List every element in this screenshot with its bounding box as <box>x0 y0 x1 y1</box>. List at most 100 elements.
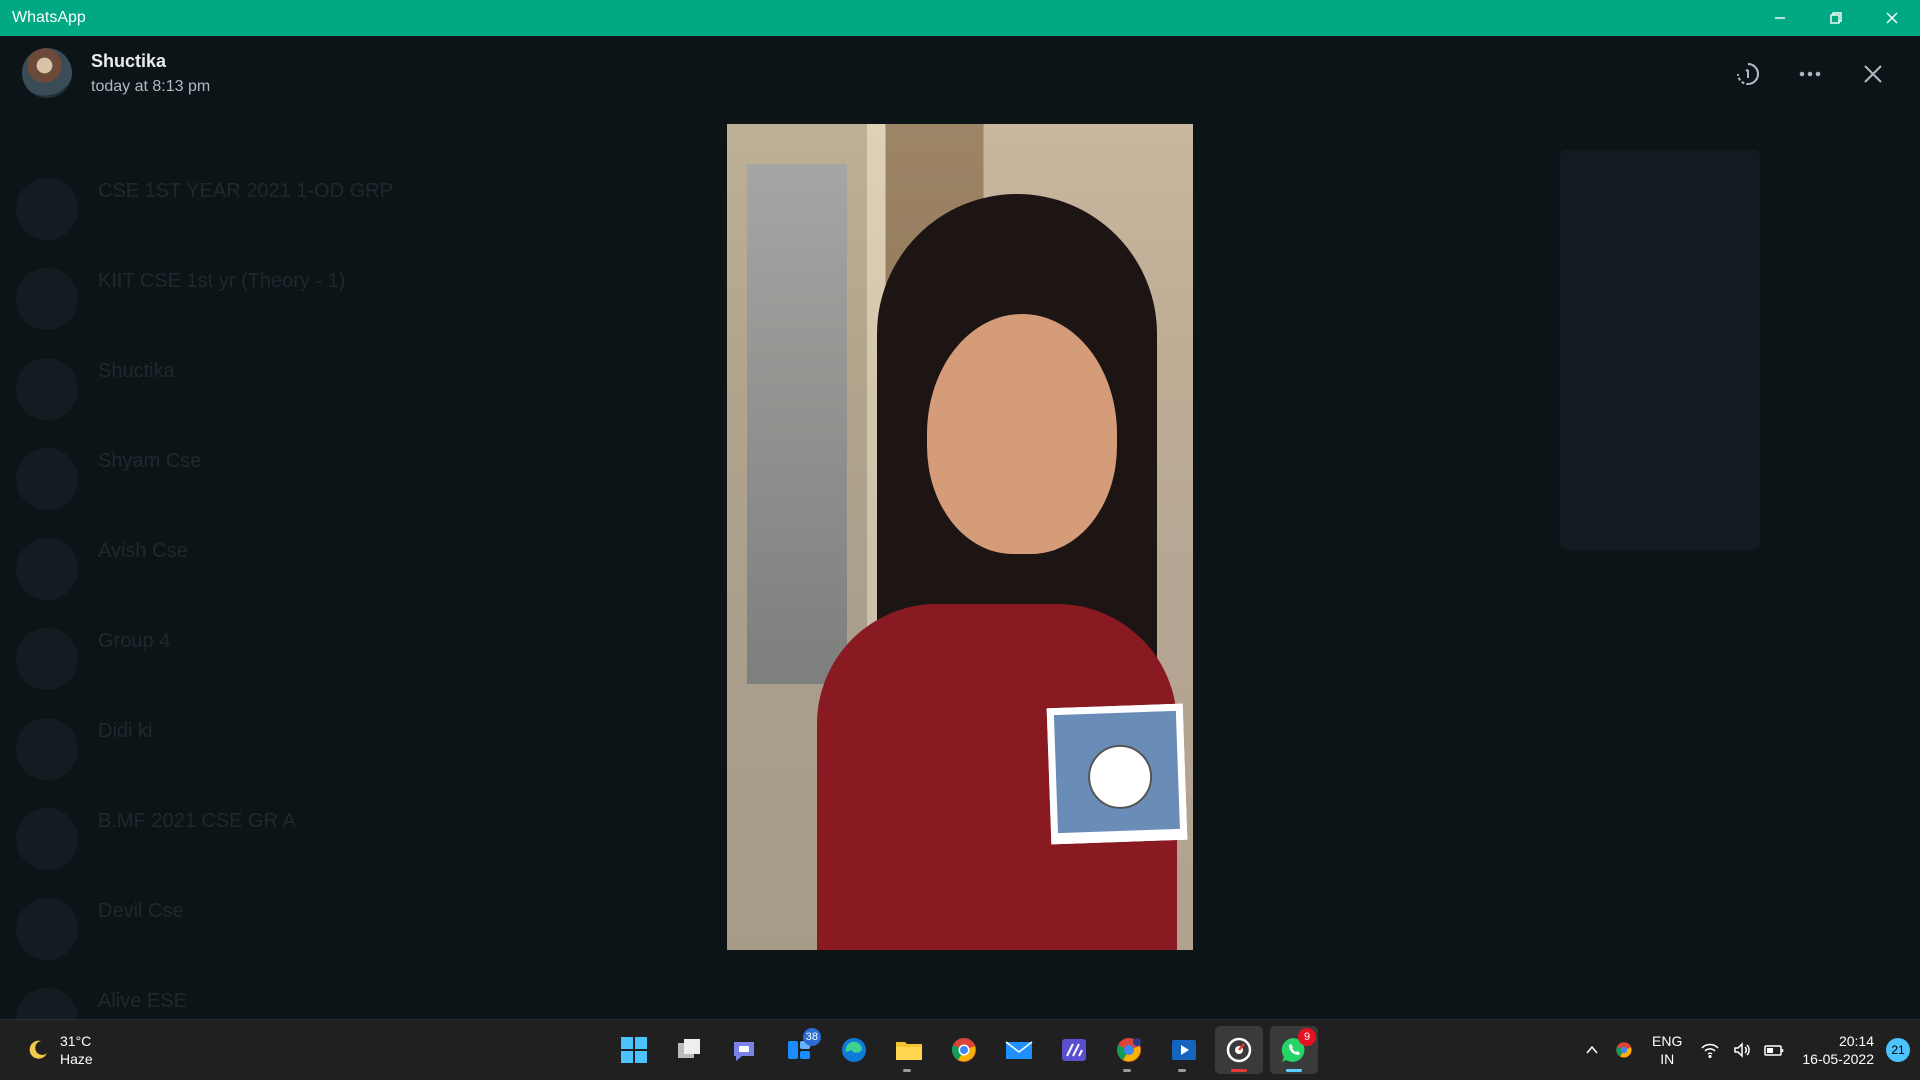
avatar <box>16 268 78 330</box>
teams-chat-button[interactable] <box>720 1026 768 1074</box>
running-indicator <box>903 1069 911 1072</box>
sender-name: Shuctika <box>91 51 167 71</box>
list-item: Group 4 <box>16 620 556 700</box>
task-view-button[interactable] <box>665 1026 713 1074</box>
chat-name: B.MF 2021 CSE GR A <box>98 810 296 832</box>
speaker-icon <box>1734 1042 1751 1058</box>
restore-icon <box>1830 12 1842 24</box>
weather-condition: Haze <box>60 1051 93 1067</box>
edge-button[interactable] <box>830 1026 878 1074</box>
task-view-icon <box>678 1039 700 1058</box>
media-image[interactable] <box>727 124 1193 950</box>
running-indicator <box>1231 1069 1247 1072</box>
list-item: Avish Cse <box>16 530 556 610</box>
running-indicator <box>1178 1069 1186 1072</box>
taskbar: 31°C Haze 38 9 ENG IN 20:14 16-05-2022 2… <box>0 1019 1920 1080</box>
system-tray: ENG IN 20:14 16-05-2022 21 <box>1576 1020 1920 1080</box>
list-item: KIIT CSE 1st yr (Theory - 1) <box>16 260 556 340</box>
avatar <box>16 448 78 510</box>
chat-name: Avish Cse <box>98 540 188 562</box>
notification-count: 21 <box>1891 1043 1905 1057</box>
background-chat-list: CSE 1ST YEAR 2021 1-OD GRP KIIT CSE 1st … <box>0 110 560 1020</box>
widgets-button[interactable]: 38 <box>775 1026 823 1074</box>
wifi-button[interactable] <box>1696 1036 1724 1064</box>
avatar <box>16 718 78 780</box>
close-icon <box>1886 12 1898 24</box>
weather-widget[interactable]: 31°C Haze <box>26 1032 93 1068</box>
chat-name: Shuctika <box>98 360 175 382</box>
weather-temp: 31°C <box>60 1033 92 1049</box>
chat-name: KIIT CSE 1st yr (Theory - 1) <box>98 270 346 292</box>
teams-chat-icon <box>734 1042 754 1061</box>
minimize-icon <box>1775 17 1785 19</box>
chrome-tray-button[interactable] <box>1610 1036 1638 1064</box>
avatar <box>16 358 78 420</box>
edge-icon <box>842 1038 866 1062</box>
more-options-button[interactable] <box>1794 58 1826 90</box>
close-viewer-button[interactable] <box>1857 58 1889 90</box>
running-indicator <box>1286 1069 1302 1072</box>
clock-date: 16-05-2022 <box>1802 1051 1874 1067</box>
battery-button[interactable] <box>1760 1036 1788 1064</box>
background-media-card <box>1560 150 1760 550</box>
start-button[interactable] <box>610 1026 658 1074</box>
list-item: Devil Cse <box>16 890 556 970</box>
list-item: CSE 1ST YEAR 2021 1-OD GRP <box>16 170 556 250</box>
record-icon <box>1226 1037 1252 1063</box>
media-player-button[interactable] <box>1160 1026 1208 1074</box>
chat-name: Alive ESE <box>98 990 187 1012</box>
minimize-button[interactable] <box>1752 0 1808 36</box>
avatar <box>16 538 78 600</box>
chat-name: CSE 1ST YEAR 2021 1-OD GRP <box>98 180 393 202</box>
chrome-profile-icon <box>1117 1038 1141 1062</box>
more-horizontal-icon <box>1799 71 1821 77</box>
notification-center-button[interactable]: 21 <box>1886 1038 1910 1062</box>
windows-start-icon <box>621 1037 647 1063</box>
list-item: Shuctika <box>16 350 556 430</box>
pen-app-icon <box>1062 1039 1086 1061</box>
view-once-button[interactable] <box>1732 58 1764 90</box>
window-title: WhatsApp <box>12 9 86 26</box>
list-item: B.MF 2021 CSE GR A <box>16 800 556 880</box>
avatar[interactable] <box>22 48 72 98</box>
widgets-badge: 38 <box>802 1028 821 1046</box>
folder-icon <box>896 1042 922 1060</box>
volume-button[interactable] <box>1728 1036 1756 1064</box>
moon-icon <box>29 1040 47 1059</box>
list-item: Alive ESE <box>16 980 556 1020</box>
window-titlebar: WhatsApp <box>0 0 1920 36</box>
view-once-icon <box>1737 63 1760 85</box>
file-explorer-button[interactable] <box>885 1026 933 1074</box>
chrome-icon <box>952 1038 976 1062</box>
show-hidden-icons-button[interactable] <box>1578 1036 1606 1064</box>
window-controls <box>1752 0 1920 36</box>
chat-name: Group 4 <box>98 630 171 652</box>
clock[interactable]: 20:14 16-05-2022 <box>1802 1032 1874 1068</box>
close-icon <box>1864 65 1882 83</box>
language-code: ENG <box>1652 1033 1683 1049</box>
restore-button[interactable] <box>1808 0 1864 36</box>
screen-recorder-button[interactable] <box>1215 1026 1263 1074</box>
sticker-image <box>1046 703 1188 845</box>
chat-name: Shyam Cse <box>98 450 202 472</box>
chrome-button[interactable] <box>940 1026 988 1074</box>
running-indicator <box>1123 1069 1131 1072</box>
chat-name: Devil Cse <box>98 900 184 922</box>
list-item: Shyam Cse <box>16 440 556 520</box>
photo-subject-face <box>927 314 1117 554</box>
close-window-button[interactable] <box>1864 0 1920 36</box>
chat-name: Didi ki <box>98 720 153 742</box>
mail-button[interactable] <box>995 1026 1043 1074</box>
photo-mirror <box>747 164 847 684</box>
whatsapp-button[interactable]: 9 <box>1270 1026 1318 1074</box>
language-indicator[interactable]: ENG IN <box>1652 1032 1682 1068</box>
chrome-profile-button[interactable] <box>1105 1026 1153 1074</box>
chrome-icon <box>1616 1042 1632 1058</box>
avatar <box>16 628 78 690</box>
media-viewer-header: Shuctika today at 8:13 pm <box>0 36 1920 110</box>
list-item: Didi ki <box>16 710 556 790</box>
wifi-icon <box>1701 1043 1719 1059</box>
sent-time: today at 8:13 pm <box>91 78 211 95</box>
avatar <box>16 988 78 1020</box>
pen-app-button[interactable] <box>1050 1026 1098 1074</box>
